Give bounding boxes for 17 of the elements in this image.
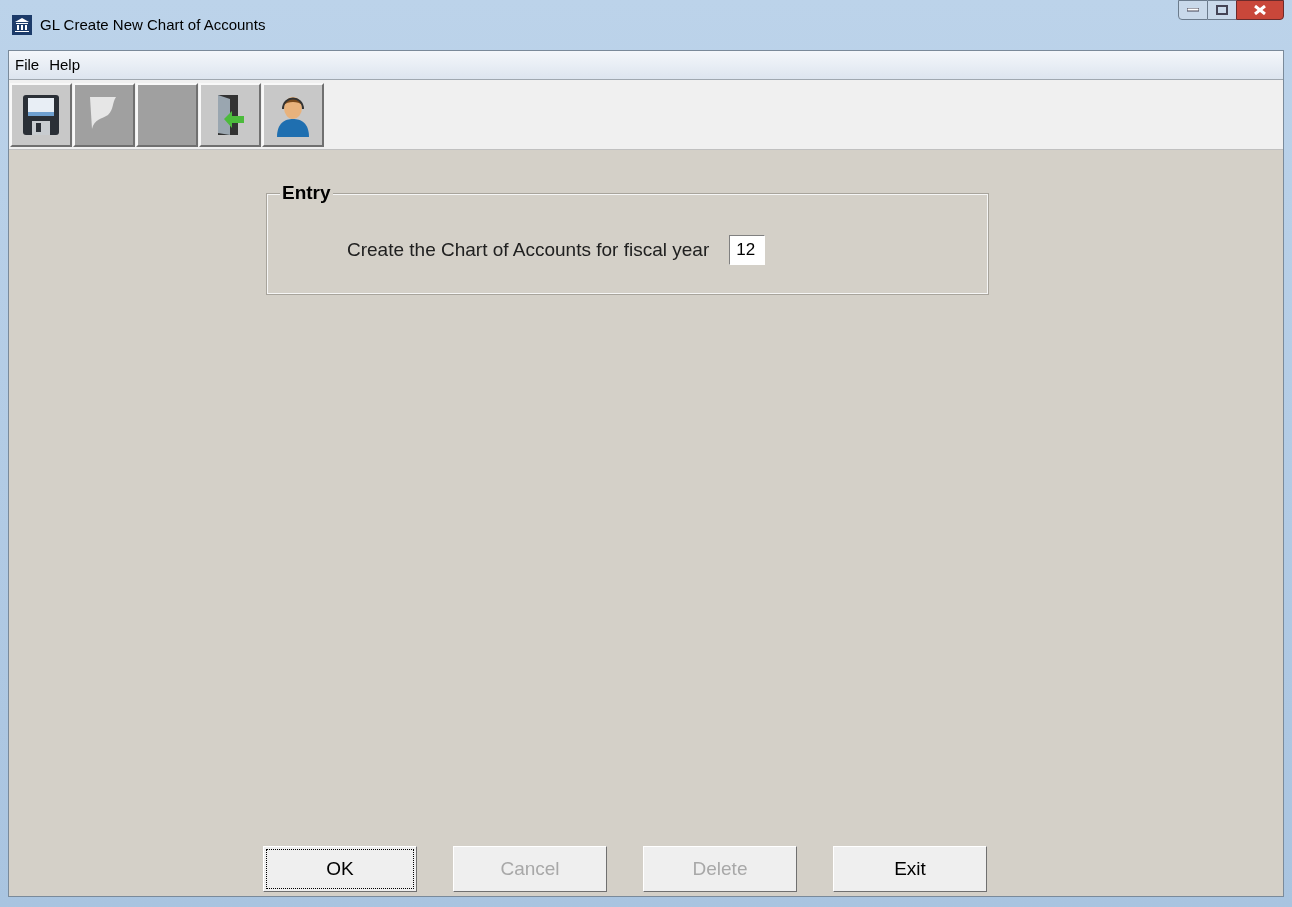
fiscal-year-field[interactable]: 12: [729, 235, 766, 265]
toolbar-button[interactable]: [199, 82, 261, 147]
menu-item[interactable]: File: [11, 53, 44, 77]
minimize-button[interactable]: [1178, 0, 1208, 20]
menu-item[interactable]: Help: [45, 53, 85, 77]
bank-icon: [12, 15, 32, 35]
dialog-button[interactable]: OK: [263, 846, 417, 892]
close-icon: [1254, 5, 1266, 15]
dialog-button[interactable]: Exit: [833, 846, 987, 892]
toolbar-button[interactable]: [10, 82, 72, 147]
toolbar-button[interactable]: [262, 82, 324, 147]
maximize-button[interactable]: [1208, 0, 1236, 20]
maximize-icon: [1216, 5, 1228, 15]
close-button[interactable]: [1236, 0, 1284, 20]
window-title: GL Create New Chart of Accounts: [40, 14, 266, 35]
minimize-icon: [1187, 8, 1199, 12]
fiscal-year-label: Create the Chart of Accounts for fiscal year: [347, 237, 710, 262]
